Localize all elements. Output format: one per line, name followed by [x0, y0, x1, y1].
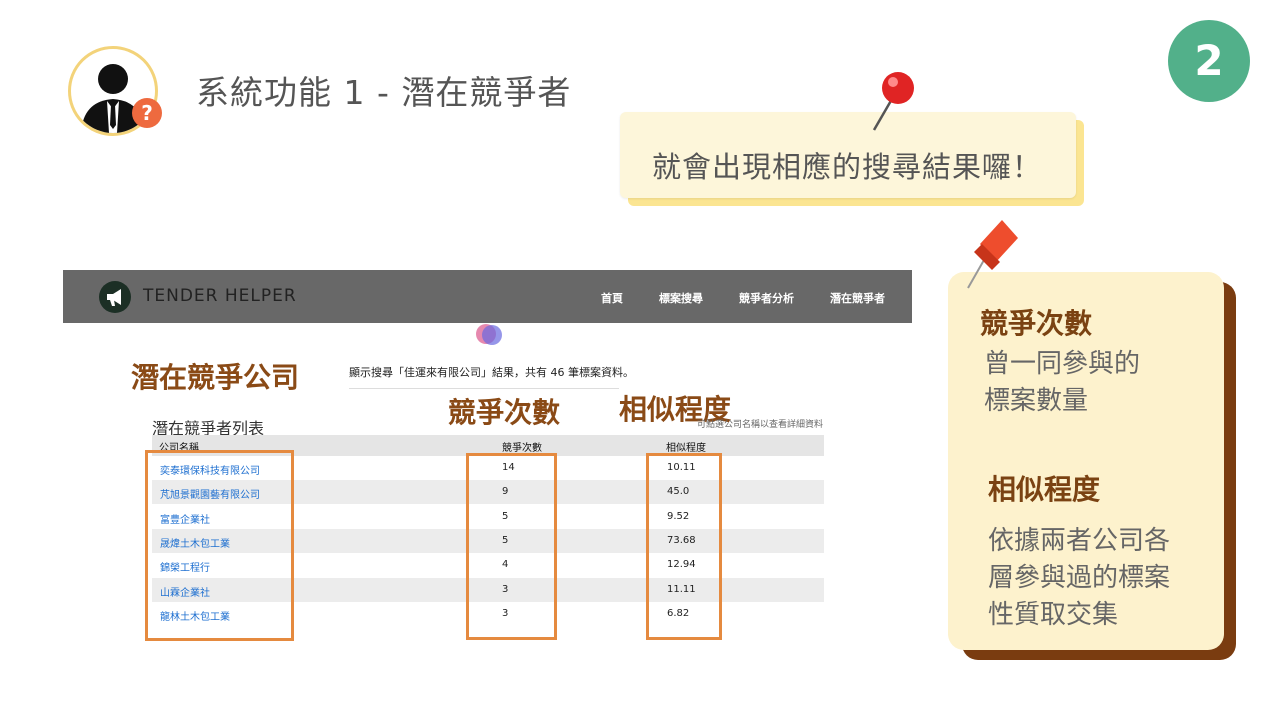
nav-home[interactable]: 首頁	[601, 290, 623, 306]
side-body-sim-3: 性質取交集	[988, 600, 1119, 630]
note-top-text: 就會出現相應的搜尋結果囉！	[652, 150, 1043, 184]
nav-tender-search[interactable]: 標案搜尋	[659, 290, 703, 306]
megaphone-logo-icon[interactable]	[99, 281, 131, 313]
column-header-count[interactable]: 競爭次數	[502, 439, 542, 454]
side-heading-similarity: 相似程度	[988, 473, 1101, 506]
nav-competitor-analysis[interactable]: 競爭者分析	[739, 290, 794, 306]
app-brand[interactable]: TENDER HELPER	[143, 286, 297, 306]
slide-title: 系統功能 1 - 潛在競爭者	[196, 73, 572, 112]
slide-number: 2	[1168, 20, 1250, 102]
result-summary: 顯示搜尋「佳運來有限公司」結果，共有 46 筆標案資料。	[349, 366, 634, 379]
nav-potential-competitors[interactable]: 潛在競爭者	[830, 290, 885, 306]
loading-spinner-icon	[476, 324, 502, 345]
list-hint: 可點選公司名稱以查看詳細資料	[697, 420, 824, 430]
highlight-box-similarity	[646, 453, 722, 640]
callout-count: 競爭次數	[448, 396, 561, 429]
pushpin-icon	[967, 220, 1018, 289]
question-badge-icon: ?	[132, 98, 162, 128]
column-header-similarity[interactable]: 相似程度	[666, 439, 706, 454]
callout-companies: 潛在競爭公司	[131, 361, 300, 394]
side-heading-count: 競爭次數	[980, 307, 1093, 340]
red-pin-icon	[872, 72, 914, 131]
highlight-box-count	[466, 453, 557, 640]
divider	[349, 388, 619, 389]
highlight-box-companies	[145, 450, 294, 641]
side-body-count-1: 曾一同參與的	[984, 349, 1141, 379]
side-body-sim-1: 依據兩者公司各	[988, 526, 1171, 556]
side-body-sim-2: 層參與過的標案	[988, 563, 1171, 593]
side-body-count-2: 標案數量	[984, 386, 1089, 416]
